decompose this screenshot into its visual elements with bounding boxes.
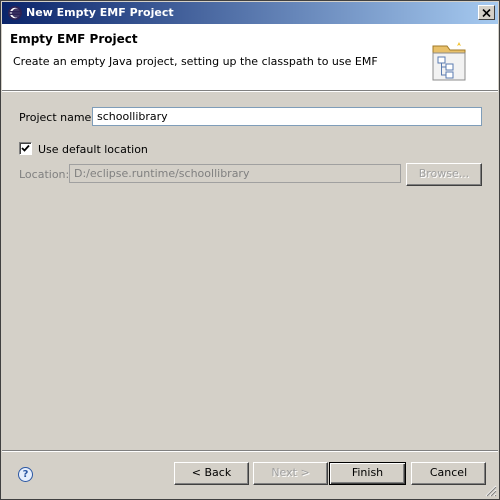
header-separator <box>2 91 498 92</box>
eclipse-icon <box>8 6 22 20</box>
project-name-label: Project name: <box>19 111 96 124</box>
browse-button[interactable]: Browse... <box>406 163 482 186</box>
finish-button[interactable]: Finish <box>329 462 406 485</box>
use-default-location-checkbox[interactable] <box>19 142 32 155</box>
next-button[interactable]: Next > <box>253 462 328 485</box>
page-title: Empty EMF Project <box>10 32 138 46</box>
page-description: Create an empty Java project, setting up… <box>13 55 378 68</box>
cancel-button[interactable]: Cancel <box>411 462 486 485</box>
checkmark-icon <box>21 144 30 152</box>
help-button[interactable]: ? <box>18 467 33 482</box>
close-button[interactable] <box>478 5 495 20</box>
wizard-dialog: New Empty EMF Project Empty EMF Project … <box>0 0 500 500</box>
window-title: New Empty EMF Project <box>26 6 174 19</box>
project-name-input[interactable] <box>92 107 482 126</box>
footer-separator-highlight <box>2 451 498 452</box>
location-input[interactable] <box>69 164 401 183</box>
title-bar[interactable]: New Empty EMF Project <box>2 2 498 24</box>
close-icon <box>482 8 491 17</box>
wizard-header: Empty EMF Project Create an empty Java p… <box>2 24 498 91</box>
use-default-location-label[interactable]: Use default location <box>38 143 148 156</box>
new-project-wizard-icon <box>432 42 466 81</box>
resize-grip-icon[interactable] <box>485 485 497 497</box>
location-label: Location: <box>19 168 70 181</box>
back-button[interactable]: < Back <box>174 462 249 485</box>
